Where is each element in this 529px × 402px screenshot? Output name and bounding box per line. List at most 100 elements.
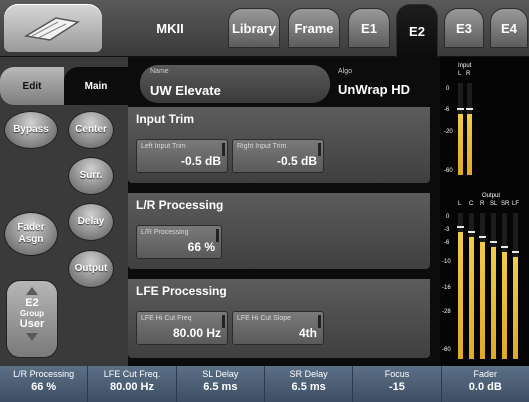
- group-name: E2: [25, 297, 39, 309]
- lr-processing-title: L/R Processing: [136, 198, 224, 212]
- output-scale-tick: -10: [442, 259, 451, 265]
- param-label: SL Delay: [202, 369, 239, 379]
- group-label: Group: [20, 309, 44, 318]
- meter-peak-marker: [468, 231, 475, 233]
- lr-processing-caption: L/R Processing: [141, 229, 189, 236]
- meter-peak-marker: [512, 251, 519, 253]
- left-input-trim-control[interactable]: Left Input Trim -0.5 dB: [136, 139, 228, 173]
- input-scale-tick: -20: [444, 129, 453, 135]
- input-scale-tick: -60: [444, 168, 453, 174]
- output-channel-l: L: [458, 201, 462, 207]
- left-input-trim-caption: Left Input Trim: [141, 143, 186, 150]
- indicator-led: [318, 143, 321, 156]
- bypass-button[interactable]: Bypass: [4, 111, 58, 149]
- bottom-param-sr-delay[interactable]: SR Delay 6.5 ms: [265, 366, 354, 402]
- output-scale-tick: -60: [442, 347, 451, 353]
- bottom-param-fader[interactable]: Fader 0.0 dB: [442, 366, 529, 402]
- output-scale-tick: -16: [442, 285, 451, 291]
- tab-library[interactable]: Library: [228, 8, 280, 48]
- meter-peak-marker: [457, 226, 464, 228]
- param-label: L/R Processing: [13, 369, 75, 379]
- group-value: User: [19, 318, 45, 330]
- meter-bar: [467, 114, 472, 175]
- lfe-processing-title: LFE Processing: [136, 284, 227, 298]
- product-logo: [4, 4, 102, 52]
- meter-peak-marker: [479, 236, 486, 238]
- param-value: -15: [389, 381, 405, 393]
- output-channel-sr: SR: [501, 201, 510, 207]
- level-meters: Input L R 0 -6 -20 -60 Output L C R SL S…: [440, 57, 529, 366]
- param-label: Focus: [384, 369, 410, 379]
- tab-frame[interactable]: Frame: [288, 8, 340, 48]
- chevron-up-icon[interactable]: [26, 287, 38, 295]
- tab-e1[interactable]: E1: [348, 8, 390, 48]
- tab-e4[interactable]: E4: [490, 8, 528, 48]
- bottom-param-focus[interactable]: Focus -15: [353, 366, 442, 402]
- output-channel-r: R: [480, 201, 485, 207]
- param-value: 66 %: [31, 381, 57, 393]
- preset-name: UW Elevate: [150, 83, 221, 98]
- lfe-hicut-slope-caption: LFE Hi Cut Slope: [237, 315, 292, 322]
- meter-bar: [502, 252, 507, 359]
- algo-name: UnWrap HD: [338, 82, 410, 97]
- left-nav: Edit Main Bypass Center Surr. Fader Asgn…: [0, 57, 128, 366]
- lr-processing-control[interactable]: L/R Processing 66 %: [136, 225, 222, 259]
- meter-bar: [491, 247, 496, 359]
- preset-name-caption: Name: [150, 68, 169, 75]
- meter-peak-marker: [501, 246, 508, 248]
- mkii-label: MKII: [156, 20, 184, 36]
- indicator-led: [222, 143, 225, 156]
- right-input-trim-control[interactable]: Right Input Trim -0.5 dB: [232, 139, 324, 173]
- meter-peak-marker: [466, 108, 473, 110]
- tab-e3[interactable]: E3: [444, 8, 484, 48]
- nav-delay-button[interactable]: Delay: [68, 203, 114, 241]
- param-value: 0.0 dB: [468, 381, 502, 393]
- output-scale-tick: -6: [444, 240, 450, 246]
- lr-processing-value: 66 %: [187, 240, 215, 254]
- left-input-trim-value: -0.5 dB: [180, 154, 221, 168]
- nav-center-button[interactable]: Center: [68, 111, 114, 149]
- lr-processing-section: L/R Processing L/R Processing 66 %: [128, 193, 430, 269]
- input-scale-tick: 0: [446, 86, 450, 92]
- lfe-hicut-freq-caption: LFE Hi Cut Freq: [141, 315, 192, 322]
- algo-caption: Algo: [338, 68, 353, 75]
- fader-assign-button[interactable]: Fader Asgn: [4, 212, 58, 256]
- output-scale-tick: 0: [446, 214, 450, 220]
- input-scale-tick: -6: [444, 107, 450, 113]
- param-value: 6.5 ms: [203, 381, 238, 393]
- bottom-param-sl-delay[interactable]: SL Delay 6.5 ms: [177, 366, 265, 402]
- input-meter-label: Input: [458, 63, 472, 69]
- top-bar: MKII Library Frame E1 E2 E3 E4: [0, 0, 529, 57]
- param-value: 80.00 Hz: [109, 381, 154, 393]
- output-channel-sl: SL: [490, 201, 498, 207]
- bottom-param-lr-processing[interactable]: L/R Processing 66 %: [0, 366, 89, 402]
- input-channel-r: R: [466, 71, 471, 77]
- indicator-led: [222, 315, 225, 328]
- nav-surr-button[interactable]: Surr.: [68, 157, 114, 195]
- indicator-led: [318, 315, 321, 328]
- tab-e2[interactable]: E2: [396, 4, 438, 57]
- meter-bar: [458, 114, 463, 175]
- bottom-parameter-bar: L/R Processing 66 % LFE Cut Freq. 80.00 …: [0, 366, 529, 402]
- output-channel-lf: LF: [512, 201, 520, 207]
- nav-output-button[interactable]: Output: [68, 250, 114, 288]
- lfe-hicut-freq-control[interactable]: LFE Hi Cut Freq 80.00 Hz: [136, 311, 228, 345]
- param-label: Fader: [473, 369, 498, 379]
- tab-edit[interactable]: Edit: [0, 67, 64, 105]
- meter-peak-marker: [457, 108, 464, 110]
- input-trim-title: Input Trim: [136, 112, 194, 126]
- chevron-down-icon[interactable]: [26, 333, 38, 341]
- output-scale-tick: -3: [444, 227, 450, 233]
- preset-name-field[interactable]: Name UW Elevate: [140, 65, 330, 103]
- meter-bar: [480, 242, 485, 359]
- lfe-hicut-slope-control[interactable]: LFE Hi Cut Slope 4th: [232, 311, 324, 345]
- group-selector[interactable]: E2 Group User: [6, 280, 58, 358]
- output-channel-c: C: [469, 201, 474, 207]
- input-channel-l: L: [458, 71, 462, 77]
- input-trim-section: Input Trim Left Input Trim -0.5 dB Right…: [128, 107, 430, 183]
- bottom-param-lfe-cut-freq[interactable]: LFE Cut Freq. 80.00 Hz: [88, 366, 177, 402]
- tab-main[interactable]: Main: [64, 67, 128, 105]
- param-value: 6.5 ms: [291, 381, 326, 393]
- meter-peak-marker: [490, 241, 497, 243]
- right-input-trim-value: -0.5 dB: [276, 154, 317, 168]
